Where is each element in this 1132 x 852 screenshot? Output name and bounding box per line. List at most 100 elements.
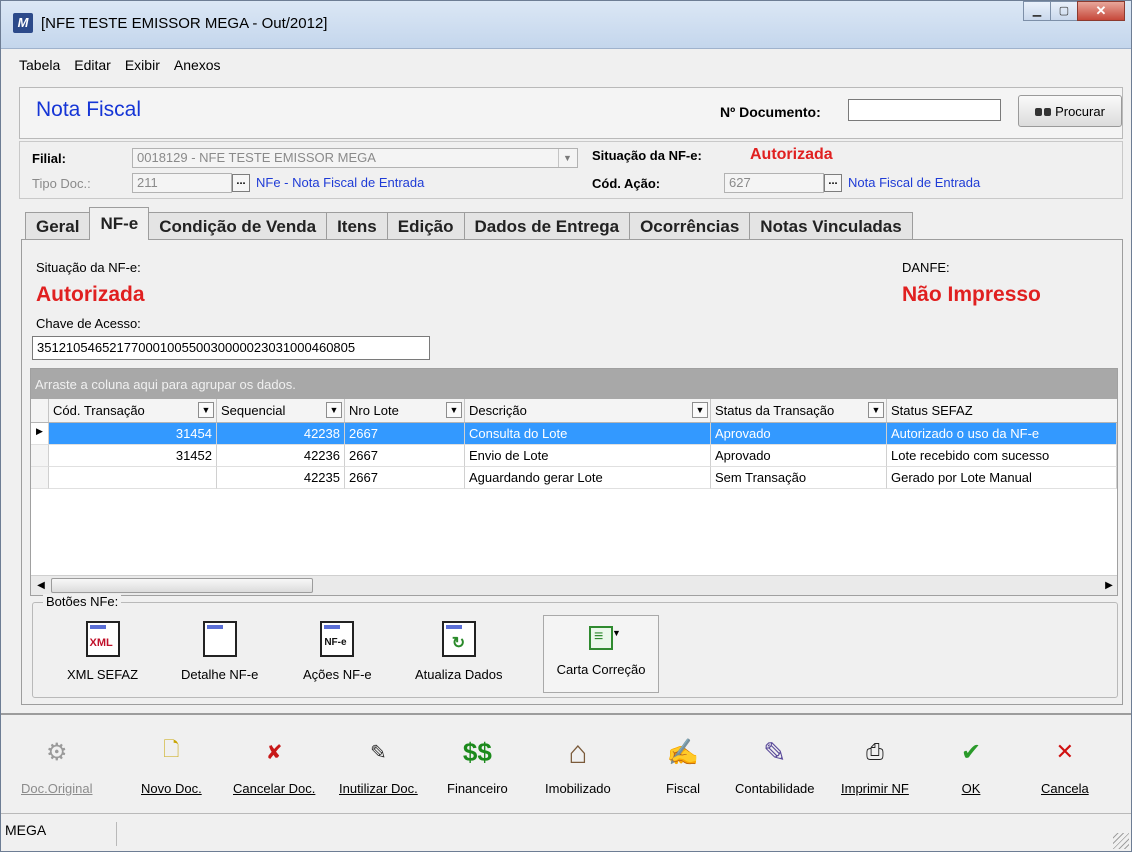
menu-exibir[interactable]: Exibir bbox=[125, 57, 160, 73]
chevron-down-icon[interactable]: ▼ bbox=[326, 402, 342, 418]
acoes-nfe-button[interactable]: NF-e Ações NF-e bbox=[303, 621, 372, 693]
column-header-descricao[interactable]: Descrição ▼ bbox=[465, 399, 711, 422]
novo-doc-button[interactable]: 🗋 Novo Doc. bbox=[141, 733, 202, 796]
cell-nro-lote: 2667 bbox=[345, 467, 465, 489]
chevron-down-icon[interactable]: ▼ bbox=[558, 149, 576, 167]
column-header-status-sefaz[interactable]: Status SEFAZ bbox=[887, 399, 1117, 422]
nfe-buttons-title: Botões NFe: bbox=[43, 594, 122, 609]
tipo-doc-description: NFe - Nota Fiscal de Entrada bbox=[256, 175, 425, 190]
menu-editar[interactable]: Editar bbox=[74, 57, 111, 73]
button-label: OK bbox=[961, 781, 981, 796]
cancelar-doc-button[interactable]: ✘ Cancelar Doc. bbox=[233, 733, 315, 797]
scrollbar-thumb[interactable] bbox=[51, 578, 313, 593]
chave-acesso-field[interactable]: 3512105465217700010055003000002303100046… bbox=[32, 336, 430, 360]
chevron-down-icon[interactable]: ▼ bbox=[868, 402, 884, 418]
cod-acao-field[interactable]: 627 bbox=[724, 173, 824, 193]
scroll-right-icon[interactable]: ▶ bbox=[1101, 578, 1117, 594]
tab-geral[interactable]: Geral bbox=[25, 212, 91, 240]
situacao-label: Situação da NF-e: bbox=[36, 260, 141, 275]
button-label: Ações NF-e bbox=[303, 667, 372, 682]
current-row-icon: ▶ bbox=[31, 423, 49, 445]
cancela-button[interactable]: ✕ Cancela bbox=[1041, 733, 1089, 796]
mega-app-icon[interactable]: M bbox=[13, 13, 33, 33]
cell-status-sefaz: Autorizado o uso da NF-e bbox=[887, 423, 1117, 445]
cod-acao-lookup-button[interactable]: ... bbox=[824, 174, 842, 192]
column-header-status-transacao[interactable]: Status da Transação ▼ bbox=[711, 399, 887, 422]
table-row[interactable]: ▶ 31454 42238 2667 Consulta do Lote Apro… bbox=[31, 423, 1117, 445]
button-label: Novo Doc. bbox=[141, 781, 202, 796]
financeiro-button[interactable]: $$ Financeiro bbox=[447, 733, 508, 797]
search-button[interactable]: Procurar bbox=[1018, 95, 1122, 127]
danfe-value: Não Impresso bbox=[902, 283, 1041, 306]
tipo-doc-lookup-button[interactable]: ... bbox=[232, 174, 250, 192]
button-label: Contabilidade bbox=[735, 781, 815, 796]
button-label: Cancela bbox=[1041, 781, 1089, 796]
column-label: Nro Lote bbox=[349, 403, 399, 418]
minimize-button[interactable]: ▁ bbox=[1023, 1, 1051, 21]
inutilizar-doc-button[interactable]: ✎ Inutilizar Doc. bbox=[339, 733, 418, 797]
menu-tabela[interactable]: Tabela bbox=[19, 57, 60, 73]
filial-field[interactable]: 0018129 - NFE TESTE EMISSOR MEGA bbox=[132, 148, 578, 168]
tab-ocorrencias[interactable]: Ocorrências bbox=[629, 212, 751, 240]
page-title: Nota Fiscal bbox=[36, 98, 142, 121]
group-by-bar[interactable]: Arraste a coluna aqui para agrupar os da… bbox=[31, 369, 1117, 399]
fiscal-button[interactable]: ✍ Fiscal bbox=[663, 733, 703, 797]
column-label: Sequencial bbox=[221, 403, 286, 418]
tab-dados-entrega[interactable]: Dados de Entrega bbox=[463, 212, 631, 240]
column-header-cod-transacao[interactable]: Cód. Transação ▼ bbox=[49, 399, 217, 422]
window-title: [NFE TESTE EMISSOR MEGA - Out/2012] bbox=[41, 15, 328, 32]
doc-original-button[interactable]: ⚙ Doc.Original bbox=[21, 733, 93, 797]
cancel-doc-icon: ✘ bbox=[265, 741, 283, 764]
button-label: Doc.Original bbox=[21, 781, 93, 796]
gear-doc-icon: ⚙ bbox=[46, 738, 68, 766]
table-row[interactable]: 31452 42236 2667 Envio de Lote Aprovado … bbox=[31, 445, 1117, 467]
cell-nro-lote: 2667 bbox=[345, 423, 465, 445]
tab-notas-vinculadas[interactable]: Notas Vinculadas bbox=[749, 212, 913, 240]
tab-nfe[interactable]: NF-e bbox=[89, 207, 150, 240]
imprimir-nf-button[interactable]: ⎙ Imprimir NF bbox=[841, 733, 909, 796]
column-header-nro-lote[interactable]: Nro Lote ▼ bbox=[345, 399, 465, 422]
refresh-doc-icon: ↻ bbox=[441, 621, 476, 657]
tab-edicao[interactable]: Edição bbox=[386, 212, 465, 240]
tipo-doc-field[interactable]: 211 bbox=[132, 173, 232, 193]
button-label: Detalhe NF-e bbox=[181, 667, 259, 682]
column-header-sequencial[interactable]: Sequencial ▼ bbox=[217, 399, 345, 422]
app-window: M [NFE TESTE EMISSOR MEGA - Out/2012] ▁ … bbox=[0, 0, 1132, 852]
resize-grip-icon[interactable] bbox=[1113, 833, 1129, 849]
table-row[interactable]: 42235 2667 Aguardando gerar Lote Sem Tra… bbox=[31, 467, 1117, 489]
ok-button[interactable]: ✔ OK bbox=[951, 733, 991, 797]
tab-itens[interactable]: Itens bbox=[326, 212, 388, 240]
cod-acao-label: Cód. Ação: bbox=[592, 176, 661, 191]
accounting-icon: ✎ bbox=[763, 736, 787, 768]
chevron-down-icon[interactable]: ▼ bbox=[692, 402, 708, 418]
close-button[interactable]: ✕ bbox=[1077, 1, 1125, 21]
icon-tag: ↻ bbox=[451, 635, 466, 652]
cell-cod-transacao bbox=[49, 467, 217, 489]
tab-condicao-venda[interactable]: Condição de Venda bbox=[148, 212, 328, 240]
detail-doc-icon bbox=[202, 621, 237, 657]
title-bar: M [NFE TESTE EMISSOR MEGA - Out/2012] ▁ … bbox=[1, 1, 1131, 49]
xml-sefaz-button[interactable]: XML XML SEFAZ bbox=[67, 621, 138, 693]
chevron-down-icon[interactable]: ▼ bbox=[612, 628, 621, 638]
nfe-tab-panel: Situação da NF-e: Autorizada DANFE: Não … bbox=[21, 239, 1123, 705]
maximize-button[interactable]: ▢ bbox=[1050, 1, 1078, 21]
button-label: Inutilizar Doc. bbox=[339, 781, 418, 796]
doc-number-input[interactable] bbox=[848, 99, 1001, 121]
button-label: XML SEFAZ bbox=[67, 667, 139, 682]
cod-acao-description: Nota Fiscal de Entrada bbox=[848, 175, 981, 190]
atualiza-dados-button[interactable]: ↻ Atualiza Dados bbox=[415, 621, 502, 693]
row-indicator-header bbox=[31, 399, 49, 422]
search-button-label: Procurar bbox=[1055, 103, 1105, 119]
contabilidade-button[interactable]: ✎ Contabilidade bbox=[735, 733, 815, 797]
menu-anexos[interactable]: Anexos bbox=[174, 57, 221, 73]
horizontal-scrollbar[interactable]: ◀ ▶ bbox=[31, 575, 1117, 595]
new-doc-icon: 🗋 bbox=[163, 739, 180, 761]
detalhe-nfe-button[interactable]: Detalhe NF-e bbox=[181, 621, 258, 693]
chevron-down-icon[interactable]: ▼ bbox=[198, 402, 214, 418]
imobilizado-button[interactable]: ⌂ Imobilizado bbox=[545, 733, 611, 797]
danfe-label: DANFE: bbox=[902, 260, 950, 275]
scroll-left-icon[interactable]: ◀ bbox=[33, 578, 49, 594]
chevron-down-icon[interactable]: ▼ bbox=[446, 402, 462, 418]
carta-correcao-button[interactable]: ≡ ▼ Carta Correção bbox=[543, 615, 659, 693]
doc-number-label: Nº Documento: bbox=[720, 104, 821, 120]
